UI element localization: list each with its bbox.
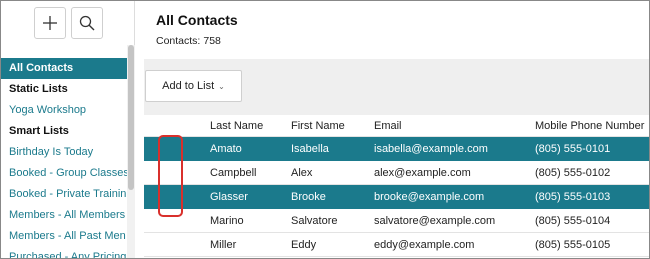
search-button[interactable] bbox=[71, 7, 103, 39]
sidebar-scrollbar[interactable] bbox=[127, 45, 135, 258]
column-header-last-name[interactable]: Last Name bbox=[210, 115, 286, 137]
table-row[interactable]: Marino Salvatore salvatore@example.com (805… bbox=[144, 209, 649, 233]
add-list-button[interactable] bbox=[34, 7, 66, 39]
table-row[interactable]: Campbell Alex alex@example.com (805) 555-01… bbox=[144, 161, 649, 185]
phone-cell: (805) 555-0102 bbox=[535, 167, 611, 179]
first-name-cell: Alex bbox=[291, 167, 313, 179]
add-to-list-button[interactable]: Add to List ⌄ bbox=[145, 70, 242, 102]
sidebar-heading-static-lists: Static Lists bbox=[9, 83, 68, 95]
phone-cell: (805) 555-0105 bbox=[535, 239, 611, 251]
contacts-table: Last Name First Name Email Mobile Phone … bbox=[144, 115, 649, 257]
add-to-list-label: Add to List bbox=[162, 80, 215, 92]
table-header-row: Last Name First Name Email Mobile Phone … bbox=[144, 115, 649, 137]
sidebar-item-all-contacts[interactable]: All Contacts bbox=[1, 58, 127, 79]
contact-count: Contacts: 758 bbox=[156, 35, 221, 47]
phone-cell: (805) 555-0104 bbox=[535, 215, 611, 227]
last-name-cell: Miller bbox=[210, 239, 237, 251]
last-name-cell: Campbell bbox=[210, 167, 257, 179]
sidebar-item-booked-group-classes[interactable]: Booked - Group Classes bbox=[1, 163, 127, 184]
contact-count-label: Contacts: bbox=[156, 35, 201, 47]
column-header-first-name[interactable]: First Name bbox=[291, 115, 371, 137]
first-name-cell: Eddy bbox=[291, 239, 317, 251]
search-icon bbox=[79, 15, 95, 31]
sidebar-item-members-all-members[interactable]: Members - All Members bbox=[1, 205, 127, 226]
email-cell: isabella@example.com bbox=[374, 143, 488, 155]
email-cell: brooke@example.com bbox=[374, 191, 485, 203]
sidebar-list: All Contacts Static Lists Yoga Workshop Sma… bbox=[1, 58, 127, 258]
email-cell: eddy@example.com bbox=[374, 239, 475, 251]
plus-icon bbox=[43, 16, 57, 30]
sidebar-heading-smart-lists: Smart Lists bbox=[9, 125, 69, 137]
email-cell: salvatore@example.com bbox=[374, 215, 496, 227]
sidebar: All Contacts Static Lists Yoga Workshop Sma… bbox=[1, 1, 135, 258]
sidebar-item-birthday-is-today[interactable]: Birthday Is Today bbox=[1, 142, 127, 163]
scrollbar-thumb[interactable] bbox=[128, 45, 134, 190]
last-name-cell: Glasser bbox=[210, 191, 248, 203]
sidebar-item-purchased-any-pricing[interactable]: Purchased - Any Pricing bbox=[1, 247, 127, 258]
table-row[interactable]: Amato Isabella isabella@example.com (805) 5… bbox=[144, 137, 649, 161]
first-name-cell: Salvatore bbox=[291, 215, 338, 227]
table-row[interactable]: Miller Eddy eddy@example.com (805) 555-0105 bbox=[144, 233, 649, 257]
email-cell: alex@example.com bbox=[374, 167, 471, 179]
chevron-down-icon: ⌄ bbox=[218, 81, 225, 91]
page-title: All Contacts bbox=[156, 12, 238, 28]
column-header-phone[interactable]: Mobile Phone Number bbox=[535, 115, 649, 137]
phone-cell: (805) 555-0101 bbox=[535, 143, 611, 155]
contact-count-value: 758 bbox=[203, 35, 221, 47]
main-content: All Contacts Contacts: 758 Add to List ⌄ … bbox=[136, 1, 649, 258]
first-name-cell: Brooke bbox=[291, 191, 326, 203]
sidebar-item-booked-private-trainin[interactable]: Booked - Private Trainin bbox=[1, 184, 127, 205]
phone-cell: (805) 555-0103 bbox=[535, 191, 611, 203]
sidebar-item-yoga-workshop[interactable]: Yoga Workshop bbox=[1, 100, 127, 121]
sidebar-toolbar bbox=[1, 1, 135, 56]
app-window: All Contacts Static Lists Yoga Workshop Sma… bbox=[0, 0, 650, 259]
table-body: Amato Isabella isabella@example.com (805) 5… bbox=[144, 137, 649, 257]
column-header-email[interactable]: Email bbox=[374, 115, 532, 137]
sidebar-item-members-all-past-men[interactable]: Members - All Past Men bbox=[1, 226, 127, 247]
table-row[interactable]: Glasser Brooke brooke@example.com (805) 555… bbox=[144, 185, 649, 209]
last-name-cell: Marino bbox=[210, 215, 244, 227]
first-name-cell: Isabella bbox=[291, 143, 329, 155]
last-name-cell: Amato bbox=[210, 143, 242, 155]
